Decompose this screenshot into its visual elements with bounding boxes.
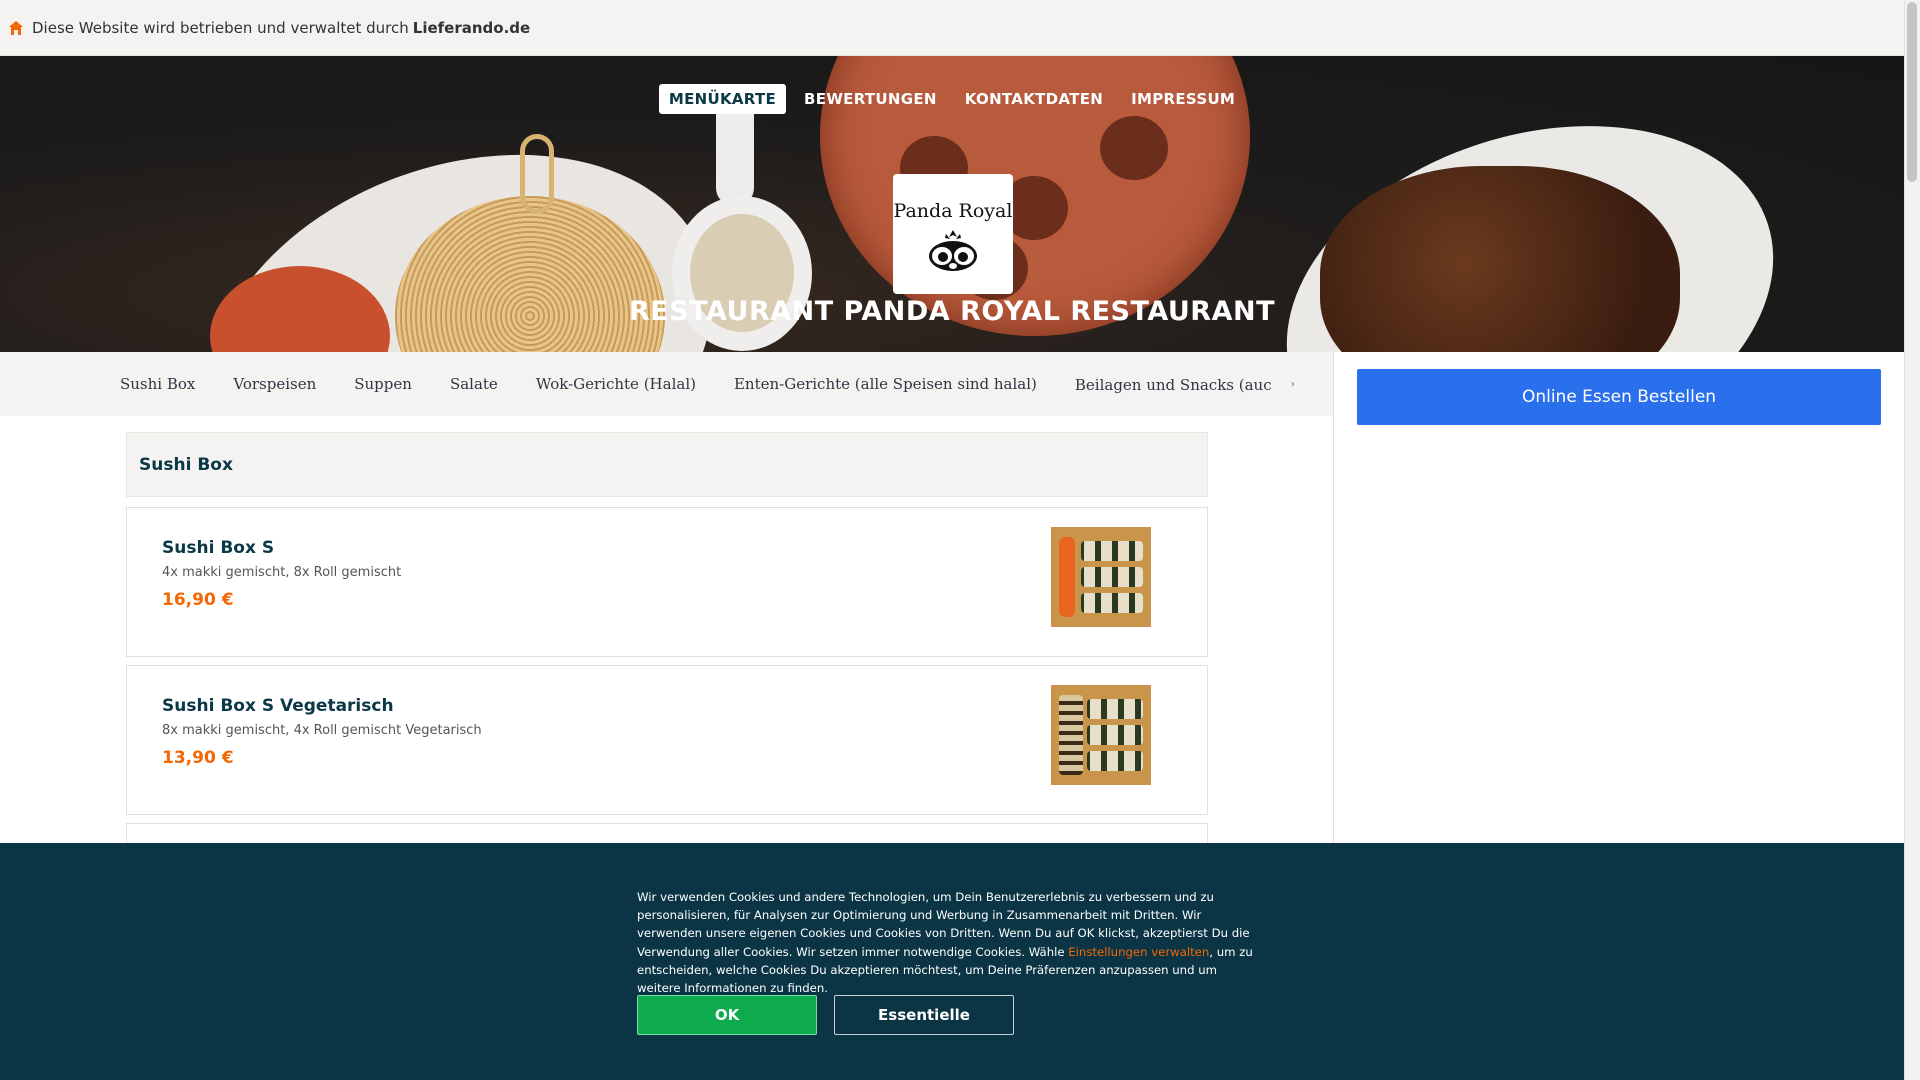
menu-item-price: 16,90 € bbox=[162, 590, 234, 610]
notice-text: Diese Website wird betrieben und verwalt… bbox=[32, 18, 409, 37]
menu-item-description: 8x makki gemischt, 4x Roll gemischt Vege… bbox=[162, 723, 482, 738]
home-icon bbox=[8, 20, 24, 36]
cookie-essential-button[interactable]: Essentielle bbox=[834, 995, 1014, 1035]
nav-impressum[interactable]: IMPRESSUM bbox=[1121, 84, 1245, 114]
nav-kontaktdaten[interactable]: KONTAKTDATEN bbox=[955, 84, 1113, 114]
menu-item-name: Sushi Box S Vegetarisch bbox=[162, 696, 394, 716]
restaurant-logo: Panda Royal bbox=[893, 174, 1013, 294]
notice-brand[interactable]: Lieferando.de bbox=[413, 19, 530, 37]
cookie-banner: Wir verwenden Cookies und andere Technol… bbox=[0, 843, 1904, 1080]
menu-item-image[interactable] bbox=[1051, 527, 1151, 627]
menu-item-description: 4x makki gemischt, 8x Roll gemischt bbox=[162, 565, 402, 580]
chevron-right-icon[interactable]: › bbox=[1291, 379, 1295, 390]
main-nav: MENÜKARTE BEWERTUNGEN KONTAKTDATEN IMPRE… bbox=[0, 84, 1904, 114]
scrollbar-thumb[interactable] bbox=[1907, 2, 1917, 182]
category-enten-gerichte[interactable]: Enten-Gerichte (alle Speisen sind halal) bbox=[734, 375, 1037, 393]
category-salate[interactable]: Salate bbox=[450, 375, 498, 393]
site-notice-bar: Diese Website wird betrieben und verwalt… bbox=[0, 0, 1904, 56]
category-nav: Sushi Box Vorspeisen Suppen Salate Wok-G… bbox=[0, 352, 1333, 416]
order-online-button[interactable]: Online Essen Bestellen bbox=[1357, 369, 1881, 425]
section-title: Sushi Box bbox=[126, 432, 1208, 497]
nav-menukarte[interactable]: MENÜKARTE bbox=[658, 84, 787, 114]
menu-item-card[interactable]: Sushi Box S Vegetarisch 8x makki gemisch… bbox=[126, 665, 1208, 815]
hero-meatball bbox=[1100, 116, 1168, 180]
cookie-ok-button[interactable]: OK bbox=[637, 995, 817, 1035]
menu-item-price: 13,90 € bbox=[162, 748, 234, 768]
nav-bewertungen[interactable]: BEWERTUNGEN bbox=[794, 84, 947, 114]
category-sushi-box[interactable]: Sushi Box bbox=[120, 375, 195, 393]
category-suppen[interactable]: Suppen bbox=[354, 375, 412, 393]
restaurant-title: RESTAURANT PANDA ROYAL RESTAURANT bbox=[628, 296, 1276, 327]
logo-text: Panda Royal bbox=[893, 200, 1013, 222]
menu-item-card[interactable]: Sushi Box S 4x makki gemischt, 8x Roll g… bbox=[126, 507, 1208, 657]
menu-item-image[interactable] bbox=[1051, 685, 1151, 785]
menu-item-name: Sushi Box S bbox=[162, 538, 275, 558]
manage-settings-link[interactable]: Einstellungen verwalten bbox=[1068, 945, 1209, 959]
cookie-text: Wir verwenden Cookies und andere Technol… bbox=[637, 888, 1262, 997]
panda-icon bbox=[924, 228, 982, 278]
category-wok-gerichte[interactable]: Wok-Gerichte (Halal) bbox=[536, 375, 696, 393]
category-vorspeisen[interactable]: Vorspeisen bbox=[233, 375, 316, 393]
category-beilagen[interactable]: Beilagen und Snacks (auch Halal) bbox=[1075, 376, 1271, 394]
hero-noodle-loop bbox=[520, 134, 554, 214]
